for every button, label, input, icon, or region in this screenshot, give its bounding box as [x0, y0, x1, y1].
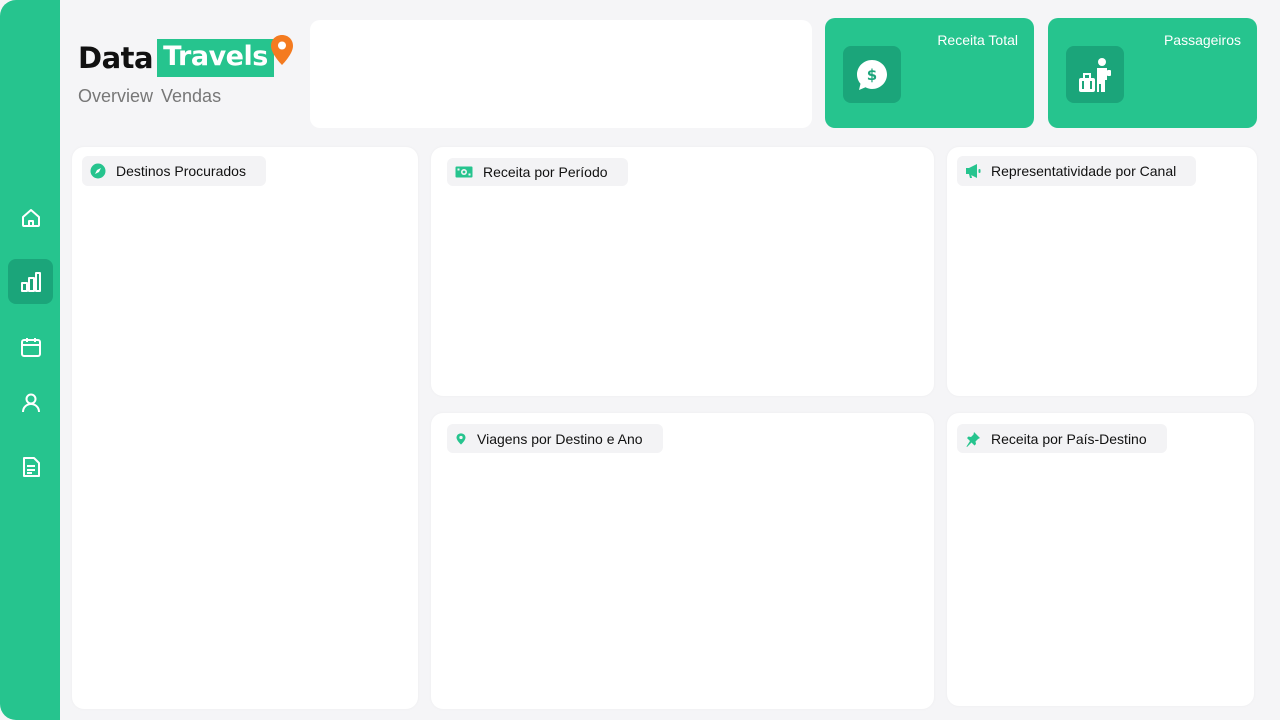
- card-title: Representatividade por Canal: [991, 163, 1177, 179]
- location-pin-icon: [271, 35, 293, 65]
- kpi-title: Receita Total: [937, 32, 1018, 48]
- logo-text-data: Data: [78, 41, 154, 75]
- logo-text-travels: Travels: [157, 39, 274, 77]
- card-header: Receita por Período: [447, 158, 628, 186]
- card-viagens-por-destino-e-ano: Viagens por Destino e Ano: [431, 413, 934, 709]
- card-header: Representatividade por Canal: [957, 156, 1197, 186]
- pushpin-icon: [966, 431, 980, 447]
- card-title: Viagens por Destino e Ano: [477, 430, 643, 447]
- filter-panel[interactable]: [310, 20, 812, 128]
- card-receita-por-pais-destino: Receita por País-Destino: [947, 413, 1254, 706]
- card-representatividade-por-canal: Representatividade por Canal: [947, 147, 1257, 396]
- card-title: Destinos Procurados: [116, 163, 246, 179]
- dollar-chat-icon: $: [857, 59, 887, 90]
- kpi-card-receita-total: Receita Total $: [825, 18, 1034, 128]
- card-receita-por-periodo: Receita por Período: [431, 147, 934, 396]
- card-header: Viagens por Destino e Ano: [447, 424, 663, 453]
- user-icon: [21, 393, 40, 412]
- card-header: Receita por País-Destino: [957, 424, 1167, 453]
- traveler-luggage-icon: [1079, 57, 1111, 92]
- card-title: Receita por Período: [483, 164, 608, 180]
- kpi-title: Passageiros: [1163, 32, 1241, 48]
- document-icon: [22, 456, 40, 477]
- megaphone-icon: [966, 164, 981, 178]
- nav-calendar-button[interactable]: [8, 324, 53, 369]
- card-header: Destinos Procurados: [82, 156, 266, 186]
- card-destinos-procurados: Destinos Procurados: [72, 147, 418, 709]
- map-pin-icon: [456, 432, 466, 445]
- nav-dashboard-button[interactable]: [8, 259, 53, 304]
- kpi-icon-box: [1066, 46, 1124, 103]
- home-icon: [21, 208, 40, 227]
- svg-text:$: $: [867, 66, 877, 84]
- brand-logo: Data Travels: [78, 35, 298, 80]
- sidebar: [0, 0, 60, 720]
- compass-icon: [90, 163, 106, 179]
- card-title: Receita por País-Destino: [991, 430, 1147, 447]
- kpi-card-passageiros: Passageiros: [1048, 18, 1257, 128]
- nav-user-button[interactable]: [8, 380, 53, 425]
- kpi-icon-box: $: [843, 46, 901, 103]
- bar-chart-icon: [20, 271, 41, 292]
- page-subtitle: Overview Vendas: [78, 86, 222, 106]
- nav-report-button[interactable]: [8, 444, 53, 489]
- money-bill-icon: [455, 166, 473, 178]
- nav-home-button[interactable]: [8, 195, 53, 240]
- calendar-icon: [20, 337, 41, 357]
